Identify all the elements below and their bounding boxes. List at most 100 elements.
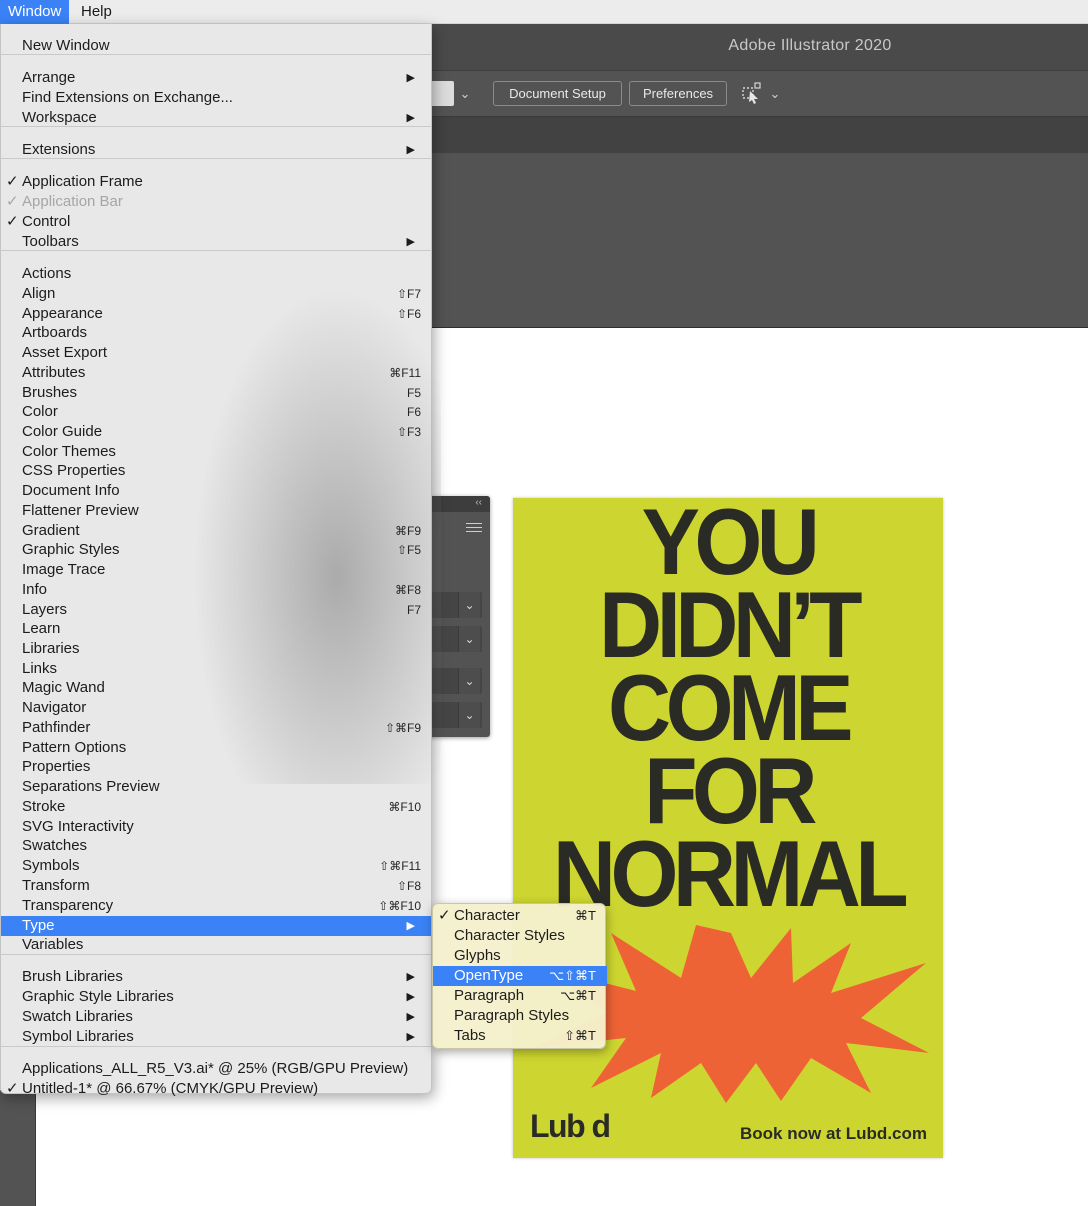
menu-item-learn[interactable]: Learn	[1, 619, 431, 639]
menu-item-layers[interactable]: Layers F7	[1, 600, 431, 620]
menu-item-stroke[interactable]: Stroke ⌘F10	[1, 797, 431, 817]
menu-item-transform[interactable]: Transform ⇧F8	[1, 876, 431, 896]
menu-item-label: Brush Libraries	[22, 968, 123, 985]
arrange-documents-icon[interactable]	[740, 82, 764, 104]
menu-item-brushes[interactable]: Brushes F5	[1, 383, 431, 403]
submenu-arrow-icon: ▶	[406, 971, 415, 983]
menu-item-brush-libraries[interactable]: Brush Libraries ▶	[1, 967, 431, 987]
checkmark-icon: ✓	[6, 193, 19, 210]
menu-item-type[interactable]: Type ▶	[1, 916, 431, 936]
menu-item-graphic-style-libraries[interactable]: Graphic Style Libraries ▶	[1, 987, 431, 1007]
menu-item-separations-preview[interactable]: Separations Preview	[1, 777, 431, 797]
submenu-item-glyphs[interactable]: Glyphs	[433, 946, 607, 966]
menu-item-color-guide[interactable]: Color Guide ⇧F3	[1, 422, 431, 442]
poster-artboard[interactable]: YOU DIDN’T COME FOR NORMAL Lub d Book no…	[513, 498, 943, 1158]
menu-item-flattener-preview[interactable]: Flattener Preview	[1, 501, 431, 521]
menu-item-arrange[interactable]: Arrange ▶	[1, 68, 431, 88]
menu-item-appearance[interactable]: Appearance ⇧F6	[1, 304, 431, 324]
panel-dropdown[interactable]: ⌄	[432, 702, 482, 728]
shortcut-label: ⌥⇧⌘T	[549, 968, 596, 983]
chevron-down-icon[interactable]: ⌄	[764, 83, 786, 105]
menu-item-applications-all-r5-v3-ai-25-rgb-gpu-preview[interactable]: Applications_ALL_R5_V3.ai* @ 25% (RGB/GP…	[1, 1059, 431, 1079]
menu-item-info[interactable]: Info ⌘F8	[1, 580, 431, 600]
collapse-icon[interactable]: ‹‹	[475, 497, 482, 508]
panel-dropdown[interactable]: ⌄	[432, 626, 482, 652]
menu-item-untitled-1-66-67-cmyk-gpu-preview[interactable]: ✓ Untitled-1* @ 66.67% (CMYK/GPU Preview)	[1, 1079, 431, 1099]
submenu-item-opentype[interactable]: OpenType ⌥⇧⌘T	[433, 966, 607, 986]
menu-item-label: Attributes	[22, 364, 86, 381]
menu-item-libraries[interactable]: Libraries	[1, 639, 431, 659]
shortcut-label: F6	[406, 405, 421, 419]
shortcut-label: ⇧F5	[396, 543, 421, 557]
submenu-arrow-icon: ▶	[406, 1031, 415, 1043]
menu-item-symbol-libraries[interactable]: Symbol Libraries ▶	[1, 1027, 431, 1047]
menu-item-navigator[interactable]: Navigator	[1, 698, 431, 718]
menu-item-attributes[interactable]: Attributes ⌘F11	[1, 363, 431, 383]
submenu-arrow-icon: ▶	[406, 991, 415, 1003]
menu-item-find-extensions-on-exchange[interactable]: Find Extensions on Exchange...	[1, 88, 431, 108]
menu-item-label: Variables	[22, 936, 84, 953]
submenu-arrow-icon: ▶	[406, 920, 415, 932]
menu-item-actions[interactable]: Actions	[1, 264, 431, 284]
menu-item-gradient[interactable]: Gradient ⌘F9	[1, 521, 431, 541]
menu-item-transparency[interactable]: Transparency ⇧⌘F10	[1, 896, 431, 916]
submenu-item-label: Tabs	[454, 1027, 486, 1044]
menu-item-magic-wand[interactable]: Magic Wand	[1, 678, 431, 698]
menu-item-properties[interactable]: Properties	[1, 757, 431, 777]
menu-item-svg-interactivity[interactable]: SVG Interactivity	[1, 817, 431, 837]
menu-item-label: Align	[22, 285, 56, 302]
panel-dropdown[interactable]: ⌄	[432, 592, 482, 618]
chevron-down-icon[interactable]: ⌄	[458, 702, 480, 728]
menu-item-swatch-libraries[interactable]: Swatch Libraries ▶	[1, 1007, 431, 1027]
menu-bar: Window Help	[0, 0, 1088, 24]
menu-item-links[interactable]: Links	[1, 659, 431, 679]
submenu-item-character-styles[interactable]: Character Styles	[433, 926, 607, 946]
menu-item-document-info[interactable]: Document Info	[1, 481, 431, 501]
menu-item-swatches[interactable]: Swatches	[1, 836, 431, 856]
menu-item-label: Graphic Style Libraries	[22, 988, 174, 1005]
menu-item-css-properties[interactable]: CSS Properties	[1, 461, 431, 481]
chevron-down-icon[interactable]: ⌄	[458, 668, 480, 694]
brand-logo: Lub d	[530, 1108, 611, 1144]
menu-item-pathfinder[interactable]: Pathfinder ⇧⌘F9	[1, 718, 431, 738]
shortcut-label: ⇧F7	[396, 287, 421, 301]
menu-item-label: Color Guide	[22, 423, 103, 440]
document-setup-button[interactable]: Document Setup	[493, 81, 622, 106]
submenu-item-paragraph[interactable]: Paragraph ⌥⌘T	[433, 986, 607, 1006]
menu-item-extensions[interactable]: Extensions ▶	[1, 140, 431, 160]
panel-dropdown[interactable]: ⌄	[432, 668, 482, 694]
menu-item-color-themes[interactable]: Color Themes	[1, 442, 431, 462]
menu-item-image-trace[interactable]: Image Trace	[1, 560, 431, 580]
headline-line: COME	[608, 655, 854, 760]
menu-item-symbols[interactable]: Symbols ⇧⌘F11	[1, 856, 431, 876]
menu-item-application-frame[interactable]: ✓ Application Frame	[1, 172, 431, 192]
menu-item-control[interactable]: ✓ Control	[1, 212, 431, 232]
menu-help[interactable]: Help	[73, 0, 120, 24]
submenu-item-character[interactable]: ✓ Character ⌘T	[433, 906, 607, 926]
menu-item-workspace[interactable]: Workspace ▶	[1, 108, 431, 128]
menu-item-color[interactable]: Color F6	[1, 402, 431, 422]
menu-item-label: Extensions	[22, 141, 96, 158]
menu-item-toolbars[interactable]: Toolbars ▶	[1, 232, 431, 252]
chevron-down-icon[interactable]: ⌄	[454, 83, 476, 105]
menu-item-align[interactable]: Align ⇧F7	[1, 284, 431, 304]
toolbar-panel[interactable]	[0, 1090, 36, 1206]
submenu-item-tabs[interactable]: Tabs ⇧⌘T	[433, 1026, 607, 1046]
preferences-button[interactable]: Preferences	[629, 81, 727, 106]
window-menu: New Window Arrange ▶ Find Extensions on Exc…	[0, 24, 441, 1097]
chevron-down-icon[interactable]: ⌄	[458, 592, 480, 618]
menu-item-pattern-options[interactable]: Pattern Options	[1, 738, 431, 758]
chevron-down-icon[interactable]: ⌄	[458, 626, 480, 652]
menu-window[interactable]: Window	[0, 0, 70, 24]
menu-item-asset-export[interactable]: Asset Export	[1, 343, 431, 363]
menu-item-variables[interactable]: Variables	[1, 935, 431, 955]
menu-item-new-window[interactable]: New Window	[1, 36, 431, 56]
panel-menu-icon[interactable]	[466, 523, 482, 535]
menu-item-artboards[interactable]: Artboards	[1, 323, 431, 343]
menu-item-label: Navigator	[22, 699, 87, 716]
menu-item-graphic-styles[interactable]: Graphic Styles ⇧F5	[1, 540, 431, 560]
checkmark-icon: ✓	[438, 907, 451, 924]
submenu-item-paragraph-styles[interactable]: Paragraph Styles	[433, 1006, 607, 1026]
headline-line: FOR	[644, 738, 817, 843]
menu-item-application-bar[interactable]: ✓ Application Bar	[1, 192, 431, 212]
